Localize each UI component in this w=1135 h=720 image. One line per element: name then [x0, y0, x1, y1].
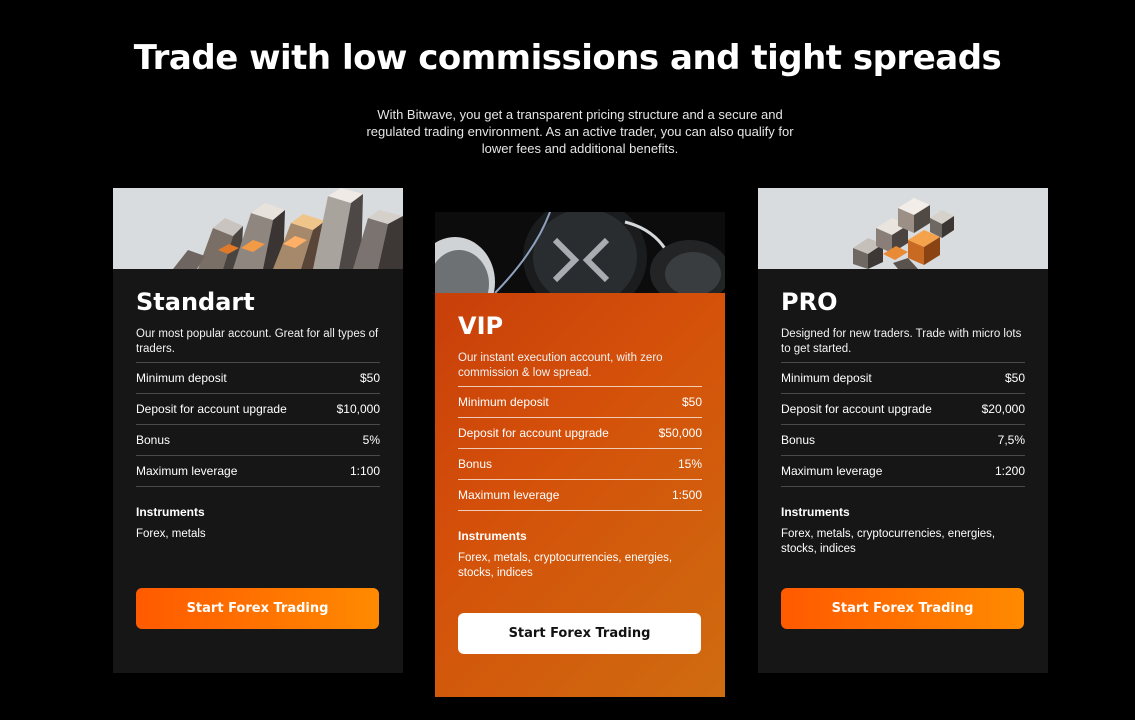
spec-label: Maximum leverage — [458, 488, 560, 502]
plan-image-xrp-coin — [435, 212, 725, 293]
start-trading-button[interactable]: Start Forex Trading — [136, 588, 379, 629]
instruments-heading: Instruments — [136, 505, 205, 519]
spec-row-leverage: Maximum leverage 1:100 — [136, 456, 380, 487]
start-trading-button[interactable]: Start Forex Trading — [781, 588, 1024, 629]
spec-row-leverage: Maximum leverage 1:200 — [781, 456, 1025, 487]
spec-row-upgrade-deposit: Deposit for account upgrade $20,000 — [781, 394, 1025, 425]
spec-value: $50 — [1004, 371, 1025, 385]
start-trading-button[interactable]: Start Forex Trading — [458, 613, 701, 654]
plan-image-cubes — [113, 188, 403, 269]
spec-row-minimum-deposit: Minimum deposit $50 — [136, 363, 380, 394]
plan-card-pro: PRO Designed for new traders. Trade with… — [758, 188, 1048, 673]
plan-title: Standart — [136, 288, 255, 316]
spec-table: Minimum deposit $50 Deposit for account … — [458, 386, 702, 511]
spec-value: $50 — [359, 371, 380, 385]
plan-description: Designed for new traders. Trade with mic… — [781, 328, 1022, 355]
spec-row-minimum-deposit: Minimum deposit $50 — [781, 363, 1025, 394]
spec-label: Bonus — [458, 457, 493, 471]
spec-row-bonus: Bonus 15% — [458, 449, 702, 480]
spec-value: $50 — [681, 395, 702, 409]
spec-value: $10,000 — [336, 402, 380, 416]
spec-label: Bonus — [136, 433, 171, 447]
plan-card-standart: Standart Our most popular account. Great… — [113, 188, 403, 673]
spec-label: Minimum deposit — [136, 371, 227, 385]
spec-value: $20,000 — [981, 402, 1025, 416]
spec-label: Deposit for account upgrade — [136, 402, 287, 416]
plan-title: PRO — [781, 288, 838, 316]
instruments-list: Forex, metals, cryptocurrencies, energie… — [781, 528, 996, 555]
spec-table: Minimum deposit $50 Deposit for account … — [136, 362, 380, 487]
spec-row-bonus: Bonus 5% — [136, 425, 380, 456]
plan-image-cube-cluster — [758, 188, 1048, 269]
plan-card-vip: VIP Our instant execution account, with … — [435, 212, 725, 697]
spec-row-upgrade-deposit: Deposit for account upgrade $50,000 — [458, 418, 702, 449]
plan-title: VIP — [458, 312, 504, 340]
instruments-list: Forex, metals — [136, 528, 206, 540]
spec-value: 15% — [677, 457, 702, 471]
spec-row-minimum-deposit: Minimum deposit $50 — [458, 387, 702, 418]
spec-label: Bonus — [781, 433, 816, 447]
spec-value: 5% — [362, 433, 380, 447]
spec-row-bonus: Bonus 7,5% — [781, 425, 1025, 456]
spec-value: 1:100 — [349, 464, 380, 478]
spec-value: 1:500 — [671, 488, 702, 502]
page-headline: Trade with low commissions and tight spr… — [133, 38, 1002, 78]
spec-row-upgrade-deposit: Deposit for account upgrade $10,000 — [136, 394, 380, 425]
plan-description: Our instant execution account, with zero… — [458, 352, 663, 379]
plan-description: Our most popular account. Great for all … — [136, 328, 379, 355]
plan-body: Standart Our most popular account. Great… — [136, 269, 380, 575]
spec-label: Deposit for account upgrade — [781, 402, 932, 416]
plan-body: PRO Designed for new traders. Trade with… — [781, 269, 1025, 575]
spec-value: 7,5% — [997, 433, 1025, 447]
spec-value: $50,000 — [658, 426, 702, 440]
instruments-list: Forex, metals, cryptocurrencies, energie… — [458, 552, 673, 579]
page-subtitle: With Bitwave, you get a transparent pric… — [366, 107, 794, 156]
spec-table: Minimum deposit $50 Deposit for account … — [781, 362, 1025, 487]
spec-label: Minimum deposit — [781, 371, 872, 385]
spec-label: Minimum deposit — [458, 395, 549, 409]
instruments-heading: Instruments — [458, 529, 527, 543]
spec-label: Maximum leverage — [136, 464, 238, 478]
spec-label: Deposit for account upgrade — [458, 426, 609, 440]
instruments-heading: Instruments — [781, 505, 850, 519]
plan-body: VIP Our instant execution account, with … — [458, 293, 702, 599]
spec-row-leverage: Maximum leverage 1:500 — [458, 480, 702, 511]
spec-value: 1:200 — [994, 464, 1025, 478]
spec-label: Maximum leverage — [781, 464, 883, 478]
